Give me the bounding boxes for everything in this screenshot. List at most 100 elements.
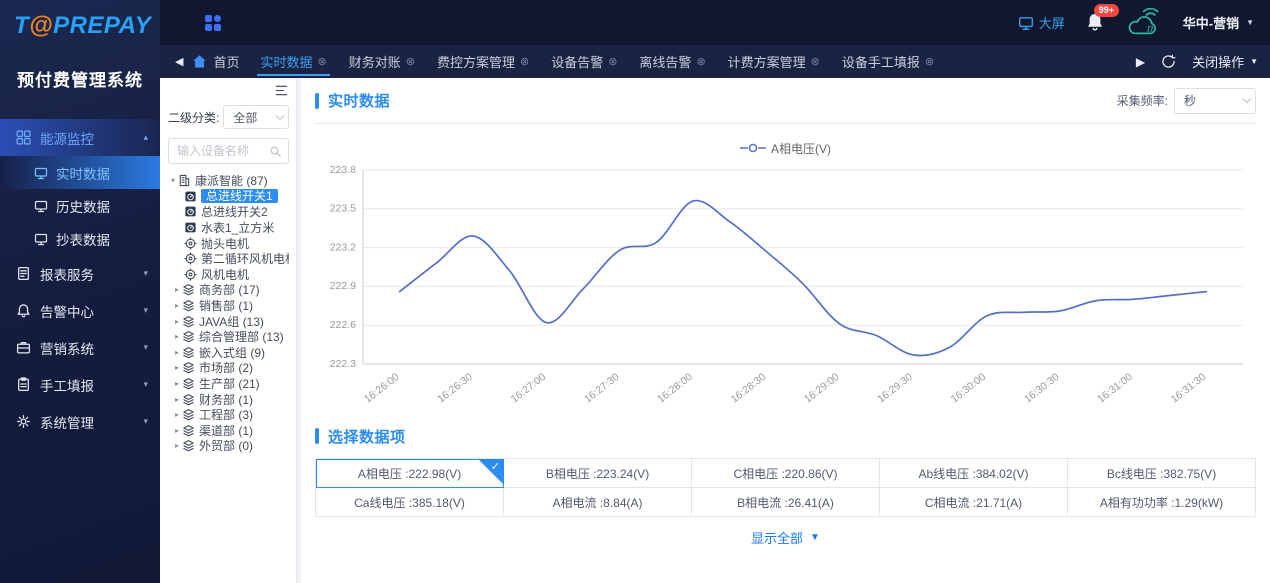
data-item-cell-5[interactable]: Ca线电压 :385.18(V): [316, 488, 504, 517]
chevron-right-icon[interactable]: ▸: [172, 363, 182, 372]
sidebar-section-label: 营销系统: [40, 338, 94, 358]
tab-close-icon[interactable]: ⊗: [925, 55, 934, 68]
tab-0[interactable]: 实时数据⊗: [249, 45, 337, 78]
tabs-forward-arrow[interactable]: ▶: [1136, 55, 1145, 69]
user-menu[interactable]: 华中-营销 ▼: [1183, 13, 1254, 32]
close-operations-dropdown[interactable]: 关闭操作 ▼: [1192, 52, 1258, 71]
tab-close-icon[interactable]: ⊗: [406, 55, 415, 68]
tab-close-icon[interactable]: ⊗: [520, 55, 529, 68]
motor-icon: [184, 268, 197, 281]
data-item-label: Ca线电压 :385.18(V): [354, 494, 465, 511]
tab-5[interactable]: 计费方案管理⊗: [717, 45, 831, 78]
svg-text:16:29:30: 16:29:30: [875, 371, 915, 406]
tree-device-4[interactable]: 第二循环风机电机: [168, 251, 289, 267]
panel-fold-icon[interactable]: [274, 84, 289, 97]
chevron-down-icon[interactable]: ▾: [168, 176, 178, 185]
tree-group-4[interactable]: ▸嵌入式组 (9): [168, 345, 289, 361]
svg-text:16:27:30: 16:27:30: [582, 371, 622, 406]
data-item-label: Bc线电压 :382.75(V): [1107, 465, 1216, 482]
tree-device-2[interactable]: 水表1_立方米: [168, 220, 289, 236]
data-item-label: Ab线电压 :384.02(V): [918, 465, 1028, 482]
chevron-right-icon[interactable]: ▸: [172, 426, 182, 435]
tab-home[interactable]: 首页: [190, 45, 249, 78]
sidebar-section-3[interactable]: 营销系统▾: [0, 329, 160, 366]
data-item-cell-6[interactable]: A相电流 :8.84(A): [504, 488, 692, 517]
data-item-cell-8[interactable]: C相电流 :21.71(A): [880, 488, 1068, 517]
tab-close-icon[interactable]: ⊗: [696, 55, 705, 68]
tree-group-label: 渠道部 (1): [199, 423, 253, 439]
data-item-cell-0[interactable]: A相电压 :222.98(V)✓: [316, 459, 504, 488]
tab-4[interactable]: 离线告警⊗: [628, 45, 716, 78]
show-all-button[interactable]: 显示全部 ▼: [315, 528, 1256, 547]
tree-group-3[interactable]: ▸综合管理部 (13): [168, 329, 289, 345]
tree-group-label: 商务部 (17): [199, 282, 260, 298]
tree-group-0[interactable]: ▸ 商务部 (17): [168, 282, 289, 298]
data-item-cell-3[interactable]: Ab线电压 :384.02(V): [880, 459, 1068, 488]
refresh-icon[interactable]: [1161, 54, 1176, 69]
tree-group-8[interactable]: ▸工程部 (3): [168, 407, 289, 423]
apps-grid-icon[interactable]: [204, 14, 222, 32]
sidebar-item-0-2[interactable]: 抄表数据: [0, 222, 160, 255]
tree-device-5[interactable]: 风机电机: [168, 267, 289, 283]
tab-label: 费控方案管理: [437, 52, 515, 71]
data-item-cell-1[interactable]: B相电压 :223.24(V): [504, 459, 692, 488]
layers-icon: [182, 361, 195, 374]
tree-device-label: 总进线开关2: [201, 204, 268, 220]
sidebar-section-1[interactable]: 报表服务▾: [0, 255, 160, 292]
tab-1[interactable]: 财务对账⊗: [338, 45, 426, 78]
grid-icon: [16, 130, 31, 145]
tree-device-label: 第二循环风机电机: [201, 251, 289, 267]
notification-bell-button[interactable]: 99+: [1085, 12, 1105, 34]
sidebar-item-0-0[interactable]: 实时数据: [0, 156, 160, 189]
tree-device-1[interactable]: 总进线开关2: [168, 204, 289, 220]
tree-device-0[interactable]: 总进线开关1: [168, 189, 289, 205]
tree-group-7[interactable]: ▸财务部 (1): [168, 391, 289, 407]
data-item-cell-9[interactable]: A相有功功率 :1.29(kW): [1068, 488, 1256, 517]
tree-group-6[interactable]: ▸生产部 (21): [168, 376, 289, 392]
sidebar-section-4[interactable]: 手工填报▾: [0, 366, 160, 403]
big-screen-button[interactable]: 大屏: [1018, 13, 1065, 32]
tree-group-9[interactable]: ▸ 渠道部 (1): [168, 423, 289, 439]
tree-group-5[interactable]: ▸市场部 (2): [168, 360, 289, 376]
chevron-right-icon[interactable]: ▸: [172, 395, 182, 404]
chevron-right-icon[interactable]: ▸: [172, 317, 182, 326]
data-item-cell-7[interactable]: B相电流 :26.41(A): [692, 488, 880, 517]
logo-text-rest: PREPAY: [53, 12, 151, 39]
sidebar-section-2[interactable]: 告警中心▾: [0, 292, 160, 329]
data-item-cell-4[interactable]: Bc线电压 :382.75(V): [1068, 459, 1256, 488]
tab-close-icon[interactable]: ⊗: [811, 55, 820, 68]
cloud-brand-icon[interactable]: π: [1125, 6, 1163, 40]
category-select[interactable]: 全部: [223, 105, 289, 129]
data-items-table: A相电压 :222.98(V)✓B相电压 :223.24(V)C相电压 :220…: [315, 458, 1256, 517]
tree-group-10[interactable]: ▸外贸部 (0): [168, 438, 289, 454]
chevron-right-icon[interactable]: ▸: [172, 301, 182, 310]
home-tab-label: 首页: [213, 52, 239, 71]
chevron-right-icon[interactable]: ▸: [172, 379, 182, 388]
tree-root-node[interactable]: ▾康派智能 (87): [168, 173, 289, 189]
search-icon[interactable]: [269, 145, 282, 158]
chevron-right-icon[interactable]: ▸: [172, 332, 182, 341]
tab-2[interactable]: 费控方案管理 ⊗: [426, 45, 540, 78]
tree-device-3[interactable]: 抛头电机: [168, 235, 289, 251]
chart-legend[interactable]: A相电压(V): [315, 140, 1256, 156]
chevron-right-icon[interactable]: ▸: [172, 348, 182, 357]
tree-group-2[interactable]: ▸JAVA组 (13): [168, 313, 289, 329]
tab-close-icon[interactable]: ⊗: [608, 55, 617, 68]
big-screen-label: 大屏: [1039, 13, 1065, 32]
chevron-right-icon[interactable]: ▸: [172, 410, 182, 419]
tree-group-1[interactable]: ▸销售部 (1): [168, 298, 289, 314]
data-item-cell-2[interactable]: C相电压 :220.86(V): [692, 459, 880, 488]
device-search-input[interactable]: [177, 144, 269, 158]
sidebar-item-0-1[interactable]: 历史数据: [0, 189, 160, 222]
chevron-right-icon[interactable]: ▸: [172, 285, 182, 294]
chevron-right-icon[interactable]: ▸: [172, 441, 182, 450]
tabs-back-arrow[interactable]: ◀: [168, 55, 190, 68]
tab-close-icon[interactable]: ⊗: [318, 55, 327, 68]
tab-3[interactable]: 设备告警⊗: [540, 45, 628, 78]
frequency-select[interactable]: 秒: [1174, 88, 1256, 114]
meter-icon: [184, 221, 197, 234]
tab-6[interactable]: 设备手工填报⊗: [831, 45, 945, 78]
layers-icon: [182, 299, 195, 312]
sidebar-section-0[interactable]: 能源监控▴: [0, 119, 160, 156]
sidebar-section-5[interactable]: 系统管理▾: [0, 403, 160, 440]
